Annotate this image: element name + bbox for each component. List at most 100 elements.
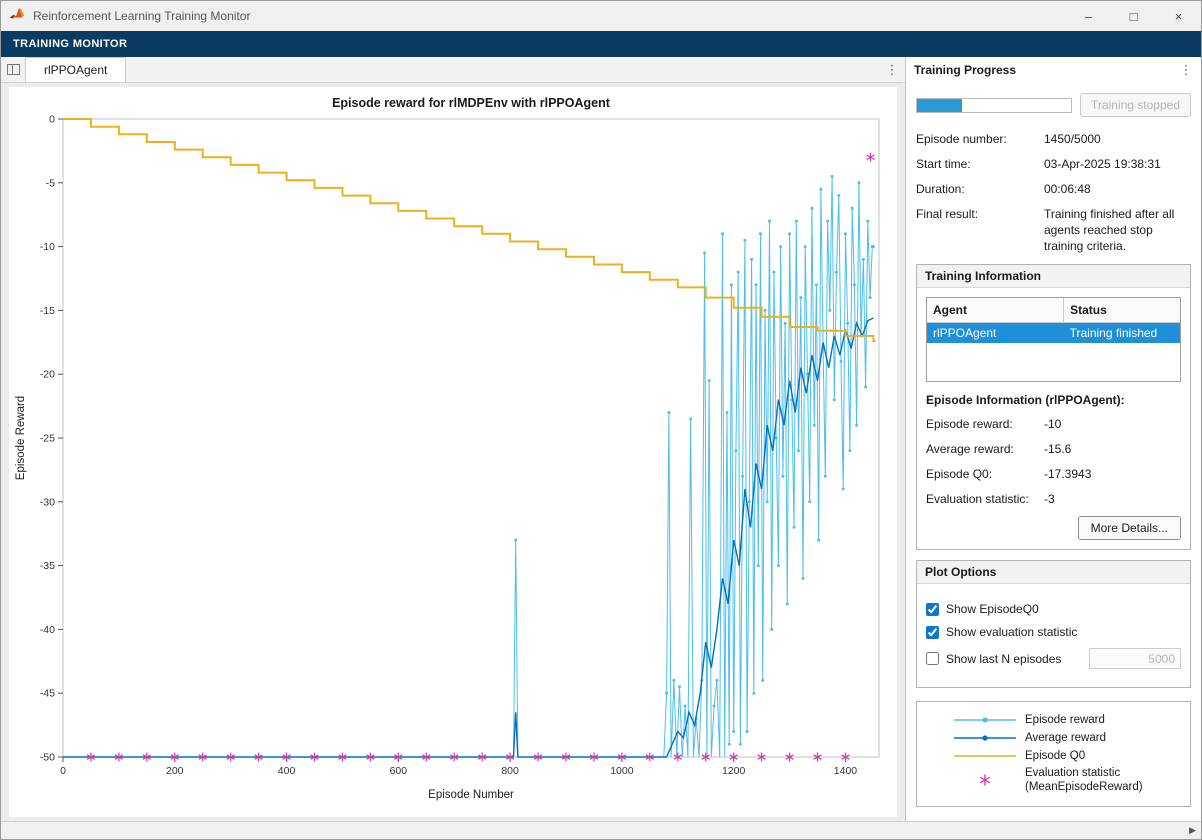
field-value: 00:06:48	[1044, 181, 1191, 197]
svg-text:200: 200	[166, 765, 184, 777]
option-row: Show EpisodeQ0	[926, 602, 1181, 616]
evaluation-statistic-marker-icon	[953, 772, 1017, 788]
field-label: Episode Q0:	[926, 466, 1044, 482]
field-row: Average reward: -15.6	[926, 441, 1181, 457]
legend-label: Episode Q0	[1025, 749, 1085, 763]
button-row: More Details...	[926, 516, 1181, 540]
field-value: Training finished after all agents reach…	[1044, 206, 1191, 254]
svg-text:-35: -35	[40, 560, 55, 572]
training-progress-panel: Training Progress ⋮ Training stopped Epi…	[906, 57, 1201, 821]
episode-reward-marker-icon	[953, 712, 1017, 728]
window-title: Reinforcement Learning Training Monitor	[33, 9, 250, 23]
document-pane: rlPPOAgent ⋮ Episode reward for rlMDPEnv…	[1, 57, 906, 821]
toolstrip-tab-training-monitor[interactable]: TRAINING MONITOR	[1, 31, 139, 57]
field-label: Final result:	[916, 206, 1044, 254]
field-row: Episode reward: -10	[926, 416, 1181, 432]
agent-cell: rlPPOAgent	[927, 323, 1064, 344]
show-last-n-episodes-checkbox[interactable]	[926, 652, 939, 665]
field-label: Episode number:	[916, 131, 1044, 147]
table-empty-area	[927, 343, 1180, 381]
svg-text:1200: 1200	[722, 765, 746, 777]
matlab-icon	[9, 6, 25, 27]
legend-item: Evaluation statistic (MeanEpisodeReward)	[917, 765, 1190, 795]
section-body: Show EpisodeQ0 Show evaluation statistic…	[917, 584, 1190, 687]
progress-row: Training stopped	[916, 93, 1191, 117]
svg-text:-40: -40	[40, 624, 55, 636]
legend-item: Episode Q0	[917, 747, 1190, 765]
figure-area: Episode reward for rlMDPEnv with rlPPOAg…	[1, 83, 905, 821]
field-value: -17.3943	[1044, 466, 1181, 482]
agent-table: Agent Status rlPPOAgent Training finishe…	[926, 297, 1181, 382]
more-details-button[interactable]: More Details...	[1078, 516, 1181, 540]
option-row: Show evaluation statistic	[926, 625, 1181, 639]
tab-label: rlPPOAgent	[44, 63, 107, 77]
svg-text:-30: -30	[40, 496, 55, 508]
training-information-section: Training Information Agent Status	[916, 264, 1191, 550]
app-window: Reinforcement Learning Training Monitor …	[0, 0, 1202, 840]
svg-text:0: 0	[49, 114, 55, 126]
table-header-status: Status	[1064, 298, 1180, 323]
bottom-status-strip: ▶	[1, 821, 1201, 839]
svg-text:-10: -10	[40, 241, 55, 253]
option-label: Show evaluation statistic	[946, 625, 1077, 639]
svg-text:800: 800	[501, 765, 519, 777]
svg-text:400: 400	[278, 765, 296, 777]
field-label: Episode reward:	[926, 416, 1044, 432]
episode-q0-marker-icon	[953, 748, 1017, 764]
tab-layout-icon[interactable]	[1, 57, 25, 82]
document-tab-bar: rlPPOAgent ⋮	[1, 57, 905, 83]
svg-text:-50: -50	[40, 752, 55, 764]
field-row: Episode Q0: -17.3943	[926, 466, 1181, 482]
svg-text:Episode Number: Episode Number	[428, 789, 514, 801]
tab-rlppoagent[interactable]: rlPPOAgent	[25, 57, 126, 82]
field-row: Episode number: 1450/5000	[916, 131, 1191, 147]
window-controls: – □ ×	[1066, 1, 1201, 31]
title-bar: Reinforcement Learning Training Monitor …	[1, 1, 1201, 31]
table-header-agent: Agent	[927, 298, 1064, 323]
training-plot: Episode reward for rlMDPEnv with rlPPOAg…	[9, 87, 897, 822]
expand-panel-icon[interactable]: ▶	[1189, 825, 1196, 836]
close-button[interactable]: ×	[1156, 1, 1201, 31]
field-value: -3	[1044, 491, 1181, 507]
svg-text:-15: -15	[40, 305, 55, 317]
field-row: Duration: 00:06:48	[916, 181, 1191, 197]
field-label: Average reward:	[926, 441, 1044, 457]
legend-item: Episode reward	[917, 711, 1190, 729]
legend-item: Average reward	[917, 729, 1190, 747]
progress-bar	[916, 98, 1072, 113]
panel-header: Training Progress ⋮	[906, 57, 1201, 83]
svg-text:Episode Reward: Episode Reward	[15, 396, 27, 480]
panel-body: Training stopped Episode number: 1450/50…	[906, 83, 1201, 821]
section-title: Plot Options	[917, 561, 1190, 584]
svg-text:-45: -45	[40, 688, 55, 700]
svg-text:1400: 1400	[834, 765, 858, 777]
field-value: -15.6	[1044, 441, 1181, 457]
show-evaluation-statistic-checkbox[interactable]	[926, 626, 939, 639]
section-title: Training Information	[917, 265, 1190, 288]
field-value: 03-Apr-2025 19:38:31	[1044, 156, 1191, 172]
field-label: Evaluation statistic:	[926, 491, 1044, 507]
minimize-button[interactable]: –	[1066, 1, 1111, 31]
last-n-episodes-input[interactable]	[1089, 648, 1181, 669]
tab-actions-kebab-icon[interactable]: ⋮	[879, 57, 905, 82]
legend-label: Evaluation statistic (MeanEpisodeReward)	[1025, 766, 1143, 794]
field-label: Duration:	[916, 181, 1044, 197]
svg-text:0: 0	[60, 765, 66, 777]
option-label: Show EpisodeQ0	[946, 602, 1039, 616]
section-body: Agent Status rlPPOAgent Training finishe…	[917, 288, 1190, 549]
field-value: 1450/5000	[1044, 131, 1191, 147]
table-header-row: Agent Status	[927, 298, 1180, 323]
option-row: Show last N episodes	[926, 648, 1181, 669]
show-episodeq0-checkbox[interactable]	[926, 603, 939, 616]
svg-text:Episode reward for rlMDPEnv wi: Episode reward for rlMDPEnv with rlPPOAg…	[332, 96, 611, 110]
legend-label: Average reward	[1025, 731, 1106, 745]
field-row: Evaluation statistic: -3	[926, 491, 1181, 507]
toolstrip: TRAINING MONITOR	[1, 31, 1201, 57]
svg-text:1000: 1000	[610, 765, 634, 777]
status-cell: Training finished	[1064, 323, 1180, 344]
maximize-button[interactable]: □	[1111, 1, 1156, 31]
training-stopped-button[interactable]: Training stopped	[1080, 93, 1191, 117]
panel-actions-kebab-icon[interactable]: ⋮	[1173, 62, 1199, 78]
legend-section: Episode reward Average reward Episode Q0…	[916, 701, 1191, 807]
table-row[interactable]: rlPPOAgent Training finished	[927, 323, 1180, 344]
